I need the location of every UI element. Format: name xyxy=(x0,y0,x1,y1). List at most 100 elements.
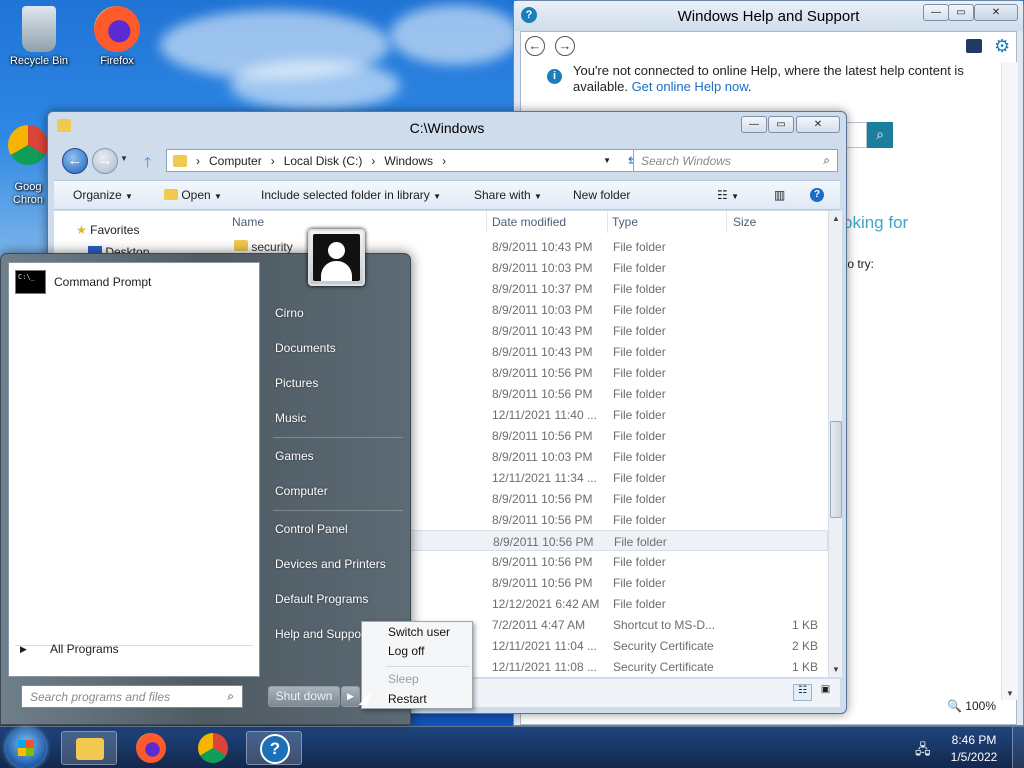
breadcrumb-item[interactable]: Computer xyxy=(209,154,262,168)
clock[interactable]: 8:46 PM 1/5/2022 xyxy=(944,733,1004,764)
minimize-button[interactable]: — xyxy=(923,4,949,21)
back-icon[interactable]: ← xyxy=(525,36,545,56)
close-button[interactable]: ✕ xyxy=(796,116,840,133)
start-item-help-support[interactable]: Help and Support xyxy=(275,627,363,641)
start-item-documents[interactable]: Documents xyxy=(275,341,336,355)
back-button[interactable]: ← xyxy=(62,148,88,174)
scroll-down-arrow[interactable]: ▼ xyxy=(832,665,840,674)
maximize-button[interactable]: ▭ xyxy=(948,4,974,21)
start-item-games[interactable]: Games xyxy=(275,449,314,463)
network-icon[interactable]: 🖧 xyxy=(915,739,931,763)
include-in-library-button[interactable]: Include selected folder in library ▼ xyxy=(261,188,441,202)
start-item-music[interactable]: Music xyxy=(275,411,306,425)
power-options-arrow[interactable]: ▶ xyxy=(341,686,360,707)
cell-type: Shortcut to MS-D... xyxy=(613,618,716,632)
program-command-prompt[interactable]: C:\_ Command Prompt xyxy=(15,270,151,294)
start-item-computer[interactable]: Computer xyxy=(275,484,328,498)
forward-button[interactable]: → xyxy=(92,148,118,174)
start-item-pictures[interactable]: Pictures xyxy=(275,376,318,390)
column-header-name[interactable]: Name xyxy=(232,215,264,229)
menu-item-log-off[interactable]: Log off xyxy=(388,644,424,658)
forward-icon[interactable]: → xyxy=(555,36,575,56)
start-item-default-programs[interactable]: Default Programs xyxy=(275,592,368,606)
column-divider xyxy=(726,211,727,233)
cell-type: File folder xyxy=(613,282,666,296)
organize-button[interactable]: Organize ▼ xyxy=(73,188,133,202)
taskbar-help[interactable]: ? xyxy=(246,731,302,765)
zoom-level[interactable]: 🔍 100% xyxy=(947,699,996,713)
cell-date: 8/9/2011 10:56 PM xyxy=(492,492,593,506)
search-input[interactable]: Search Windows ⌕ xyxy=(633,149,838,172)
show-desktop-button[interactable] xyxy=(1012,727,1024,768)
column-header-date[interactable]: Date modified xyxy=(492,215,566,229)
column-header-type[interactable]: Type xyxy=(612,215,638,229)
help-scrollbar[interactable]: ▼ xyxy=(1001,62,1018,700)
desktop-icon-firefox[interactable]: Firefox xyxy=(81,6,153,67)
print-icon[interactable] xyxy=(966,39,982,53)
large-icons-view-icon[interactable]: ▣ xyxy=(816,684,835,701)
recent-pages-dropdown[interactable]: ▼ xyxy=(120,154,128,163)
get-online-help-link[interactable]: Get online Help now xyxy=(632,79,748,94)
up-icon[interactable]: 🡑 xyxy=(144,152,151,176)
cell-date: 8/9/2011 10:43 PM xyxy=(492,324,593,338)
share-with-button[interactable]: Share with ▼ xyxy=(474,188,542,202)
cell-date: 8/9/2011 10:43 PM xyxy=(492,345,593,359)
cell-type: File folder xyxy=(613,324,666,338)
minimize-button[interactable]: — xyxy=(741,116,767,133)
programs-pane: C:\_ Command Prompt xyxy=(8,262,260,677)
start-item-user[interactable]: Cirno xyxy=(275,306,304,320)
cell-date: 8/9/2011 10:43 PM xyxy=(492,240,593,254)
start-search-placeholder: Search programs and files xyxy=(30,690,171,704)
start-search-input[interactable]: Search programs and files ⌕ xyxy=(21,685,243,708)
cell-type: File folder xyxy=(613,429,666,443)
start-item-control-panel[interactable]: Control Panel xyxy=(275,522,348,536)
view-options-icon[interactable]: ☷ ▼ xyxy=(717,188,739,202)
explorer-window-title: C:\Windows xyxy=(409,120,485,136)
cell-date: 8/9/2011 10:56 PM xyxy=(492,576,593,590)
file-list-scrollbar[interactable]: ▲ ▼ xyxy=(828,211,842,677)
maximize-button[interactable]: ▭ xyxy=(768,116,794,133)
open-button[interactable]: Open ▼ xyxy=(164,188,222,202)
new-folder-button[interactable]: New folder xyxy=(573,188,630,202)
start-separator xyxy=(273,437,403,438)
breadcrumb-item[interactable]: Local Disk (C:) xyxy=(284,154,363,168)
chevron-down-icon[interactable]: ▼ xyxy=(603,156,611,165)
zoom-icon: 🔍 xyxy=(947,699,962,713)
cell-date: 8/9/2011 10:56 PM xyxy=(493,535,594,549)
shut-down-button[interactable]: Shut down xyxy=(268,686,340,707)
breadcrumb-sep: › xyxy=(270,153,275,168)
cell-type: File folder xyxy=(613,303,666,317)
preview-pane-icon[interactable]: ▥ xyxy=(774,188,785,202)
scroll-up-arrow[interactable]: ▲ xyxy=(832,214,840,223)
close-button[interactable]: ✕ xyxy=(974,4,1018,21)
breadcrumb-item[interactable]: Windows xyxy=(384,154,433,168)
help-titlebar[interactable]: ? Windows Help and Support — ▭ ✕ xyxy=(514,1,1023,31)
taskbar-firefox[interactable] xyxy=(123,731,179,765)
details-view-icon[interactable]: ☷ xyxy=(793,684,812,701)
help-try-text: to try: xyxy=(844,257,875,271)
scroll-thumb[interactable] xyxy=(830,421,842,518)
user-avatar[interactable] xyxy=(308,229,365,286)
wallpaper-cloud xyxy=(230,60,400,110)
taskbar-chrome[interactable] xyxy=(185,731,241,765)
nav-favorites[interactable]: ★ Favorites xyxy=(76,223,139,237)
cell-date: 12/11/2021 11:34 ... xyxy=(492,471,597,485)
desktop-icon-recycle-bin[interactable]: Recycle Bin xyxy=(3,6,75,67)
help-search-button[interactable]: ⌕ xyxy=(867,122,893,148)
clock-date: 1/5/2022 xyxy=(950,750,998,764)
zoom-value: 100% xyxy=(965,699,996,713)
taskbar-explorer[interactable] xyxy=(61,731,117,765)
folder-icon xyxy=(173,154,187,167)
search-placeholder: Search Windows xyxy=(641,154,731,168)
menu-item-restart[interactable]: Restart xyxy=(388,692,427,706)
help-icon[interactable]: ? xyxy=(810,188,824,202)
start-button[interactable] xyxy=(6,728,46,768)
start-item-devices-printers[interactable]: Devices and Printers xyxy=(275,557,386,571)
folder-icon xyxy=(76,738,104,760)
column-header-size[interactable]: Size xyxy=(733,215,756,229)
address-bar[interactable]: › Computer › Local Disk (C:) › Windows ›… xyxy=(166,149,646,172)
scroll-down-arrow[interactable]: ▼ xyxy=(1006,689,1014,698)
offline-notice: You're not connected to online Help, whe… xyxy=(573,63,973,95)
menu-item-switch-user[interactable]: Switch user xyxy=(388,625,450,639)
options-gear-icon[interactable]: ⚙ xyxy=(994,36,1010,57)
